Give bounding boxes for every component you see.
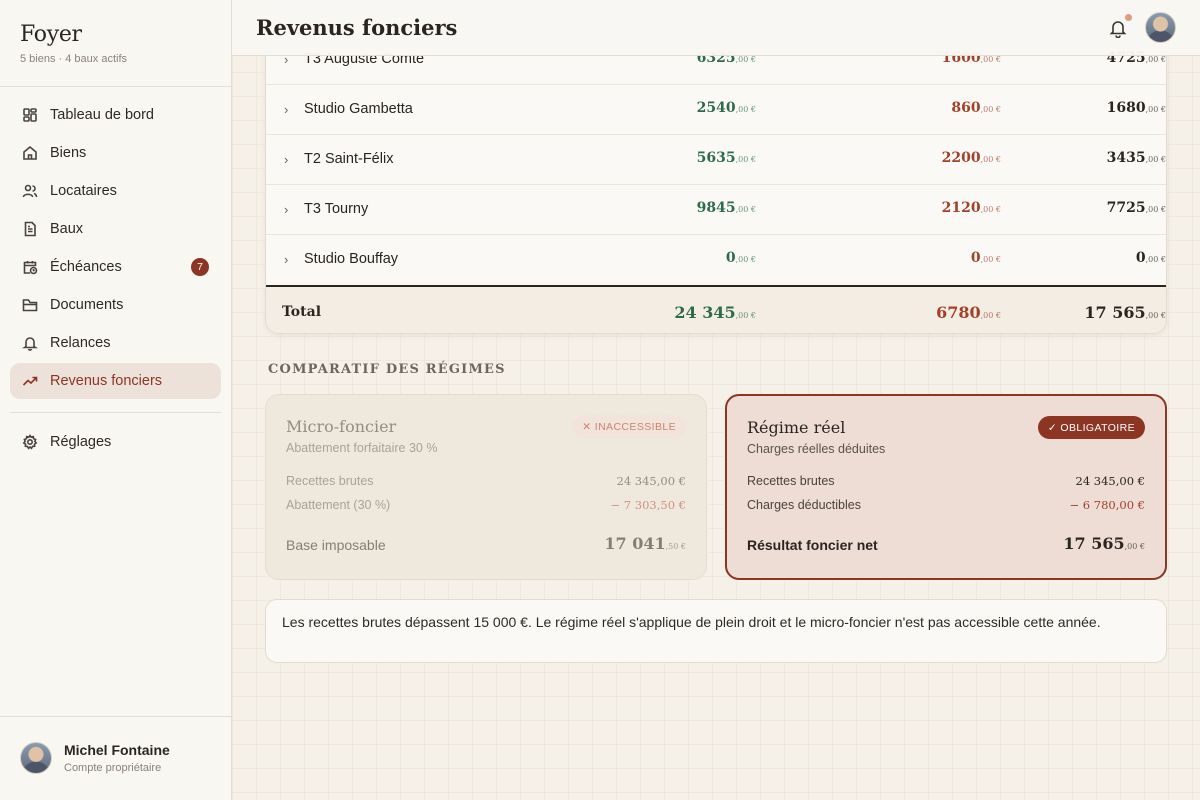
table-row[interactable]: › T3 Tourny 9845,00 € 2120,00 € 7725,00 …	[266, 185, 1166, 235]
status-badge: ✓ OBLIGATOIRE	[1037, 416, 1145, 439]
recettes-line: Recettes brutes 24 345,00 €	[286, 474, 686, 488]
section-title: COMPARATIF DES RÉGIMES	[268, 362, 506, 377]
sidebar: Foyer 5 biens · 4 baux actifs Tableau de…	[0, 0, 232, 800]
total-charges: 6780,00 €	[936, 303, 1001, 322]
main-nav: Tableau de bord Biens Locataires Baux Éc…	[10, 97, 221, 401]
user-profile[interactable]: Michel Fontaine Compte propriétaire	[20, 742, 170, 774]
gear-icon	[22, 434, 38, 450]
divider	[10, 412, 221, 413]
chevron-right-icon: ›	[284, 102, 289, 117]
user-role: Compte propriétaire	[64, 762, 162, 774]
chevron-right-icon: ›	[284, 252, 289, 267]
main-content: › T3 Auguste Comte 6325,00 € 1600,00 € 4…	[232, 0, 1200, 800]
sidebar-item-biens[interactable]: Biens	[10, 135, 221, 171]
recettes-line: Recettes brutes 24 345,00 €	[747, 474, 1145, 488]
bell-icon	[1108, 21, 1128, 42]
info-note: Les recettes brutes dépassent 15 000 €. …	[265, 599, 1167, 663]
status-badge: ✕ INACCESSIBLE	[572, 415, 686, 438]
charges-value: 2120,00 €	[941, 200, 1001, 216]
home-icon	[22, 145, 38, 161]
regime-subtitle: Abattement forfaitaire 30 %	[286, 441, 438, 455]
sidebar-item-label: Locataires	[50, 183, 117, 199]
resultat-net: Résultat foncier net 17 565,00 €	[747, 534, 1145, 553]
table-row[interactable]: › T2 Saint-Félix 5635,00 € 2200,00 € 343…	[266, 135, 1166, 185]
divider	[0, 86, 231, 87]
abattement-line: Abattement (30 %) − 7 303,50 €	[286, 498, 686, 512]
folder-icon	[22, 297, 38, 313]
sidebar-item-reglages[interactable]: Réglages	[10, 424, 221, 460]
sidebar-item-label: Documents	[50, 297, 124, 313]
settings-nav: Réglages	[10, 424, 221, 462]
net-value: 0,00 €	[1135, 250, 1166, 266]
notification-badge: 7	[191, 258, 209, 276]
base-imposable: Base imposable 17 041,50 €	[286, 534, 686, 553]
total-row: Total 24 345,00 € 6780,00 € 17 565,00 €	[266, 285, 1166, 333]
sidebar-item-label: Relances	[50, 335, 111, 351]
bell-icon	[22, 335, 38, 351]
notifications-button[interactable]	[1108, 14, 1132, 39]
recettes-value: 0,00 €	[725, 250, 756, 266]
trending-up-icon	[22, 373, 38, 389]
sidebar-item-label: Biens	[50, 145, 87, 161]
sidebar-item-label: Échéances	[50, 259, 122, 275]
sidebar-item-dashboard[interactable]: Tableau de bord	[10, 97, 221, 133]
sidebar-item-label: Baux	[50, 221, 84, 237]
total-label: Total	[282, 304, 322, 320]
net-value: 1680,00 €	[1106, 100, 1166, 116]
sidebar-item-revenus-fonciers[interactable]: Revenus fonciers	[10, 363, 221, 399]
charges-line: Charges déductibles − 6 780,00 €	[747, 498, 1145, 512]
chevron-right-icon: ›	[284, 202, 289, 217]
sidebar-item-echeances[interactable]: Échéances 7	[10, 249, 221, 285]
page-title: Revenus fonciers	[256, 15, 458, 40]
total-recettes: 24 345,00 €	[674, 303, 756, 322]
chevron-right-icon: ›	[284, 152, 289, 167]
micro-foncier-card: Micro-foncier Abattement forfaitaire 30 …	[265, 394, 707, 580]
calendar-clock-icon	[22, 259, 38, 275]
recettes-value: 2540,00 €	[696, 100, 756, 116]
charges-value: 2200,00 €	[941, 150, 1001, 166]
charges-value: 0,00 €	[970, 250, 1001, 266]
recettes-value: 5635,00 €	[696, 150, 756, 166]
regime-subtitle: Charges réelles déduites	[747, 442, 886, 456]
users-icon	[22, 183, 38, 199]
sidebar-item-label: Revenus fonciers	[50, 373, 163, 389]
regime-reel-card: Régime réel Charges réelles déduites ✓ O…	[725, 394, 1167, 580]
top-bar: Revenus fonciers	[232, 0, 1200, 56]
avatar	[20, 742, 52, 774]
property-name: T3 Tourny	[304, 201, 369, 217]
property-name: T2 Saint-Félix	[304, 151, 394, 167]
recettes-value: 9845,00 €	[696, 200, 756, 216]
sidebar-item-label: Tableau de bord	[50, 107, 154, 123]
user-name: Michel Fontaine	[64, 742, 170, 758]
charges-value: 860,00 €	[951, 100, 1001, 116]
regime-title: Régime réel	[747, 418, 846, 437]
property-name: Studio Gambetta	[304, 101, 413, 117]
sidebar-item-locataires[interactable]: Locataires	[10, 173, 221, 209]
total-net: 17 565,00 €	[1084, 303, 1166, 322]
property-name: Studio Bouffay	[304, 251, 399, 267]
sidebar-item-documents[interactable]: Documents	[10, 287, 221, 323]
brand-title: Foyer	[20, 22, 82, 47]
sidebar-item-label: Réglages	[50, 434, 112, 450]
sidebar-item-baux[interactable]: Baux	[10, 211, 221, 247]
net-value: 3435,00 €	[1106, 150, 1166, 166]
notification-dot	[1125, 14, 1132, 21]
sidebar-item-relances[interactable]: Relances	[10, 325, 221, 361]
table-row[interactable]: › Studio Bouffay 0,00 € 0,00 € 0,00 €	[266, 235, 1166, 285]
avatar[interactable]	[1145, 12, 1176, 43]
regime-title: Micro-foncier	[286, 417, 397, 436]
table-row[interactable]: › Studio Gambetta 2540,00 € 860,00 € 168…	[266, 85, 1166, 135]
divider	[0, 716, 231, 717]
document-icon	[22, 221, 38, 237]
brand: Foyer 5 biens · 4 baux actifs	[20, 22, 127, 65]
net-value: 7725,00 €	[1106, 200, 1166, 216]
dashboard-icon	[22, 107, 38, 123]
brand-subtitle: 5 biens · 4 baux actifs	[20, 53, 128, 65]
